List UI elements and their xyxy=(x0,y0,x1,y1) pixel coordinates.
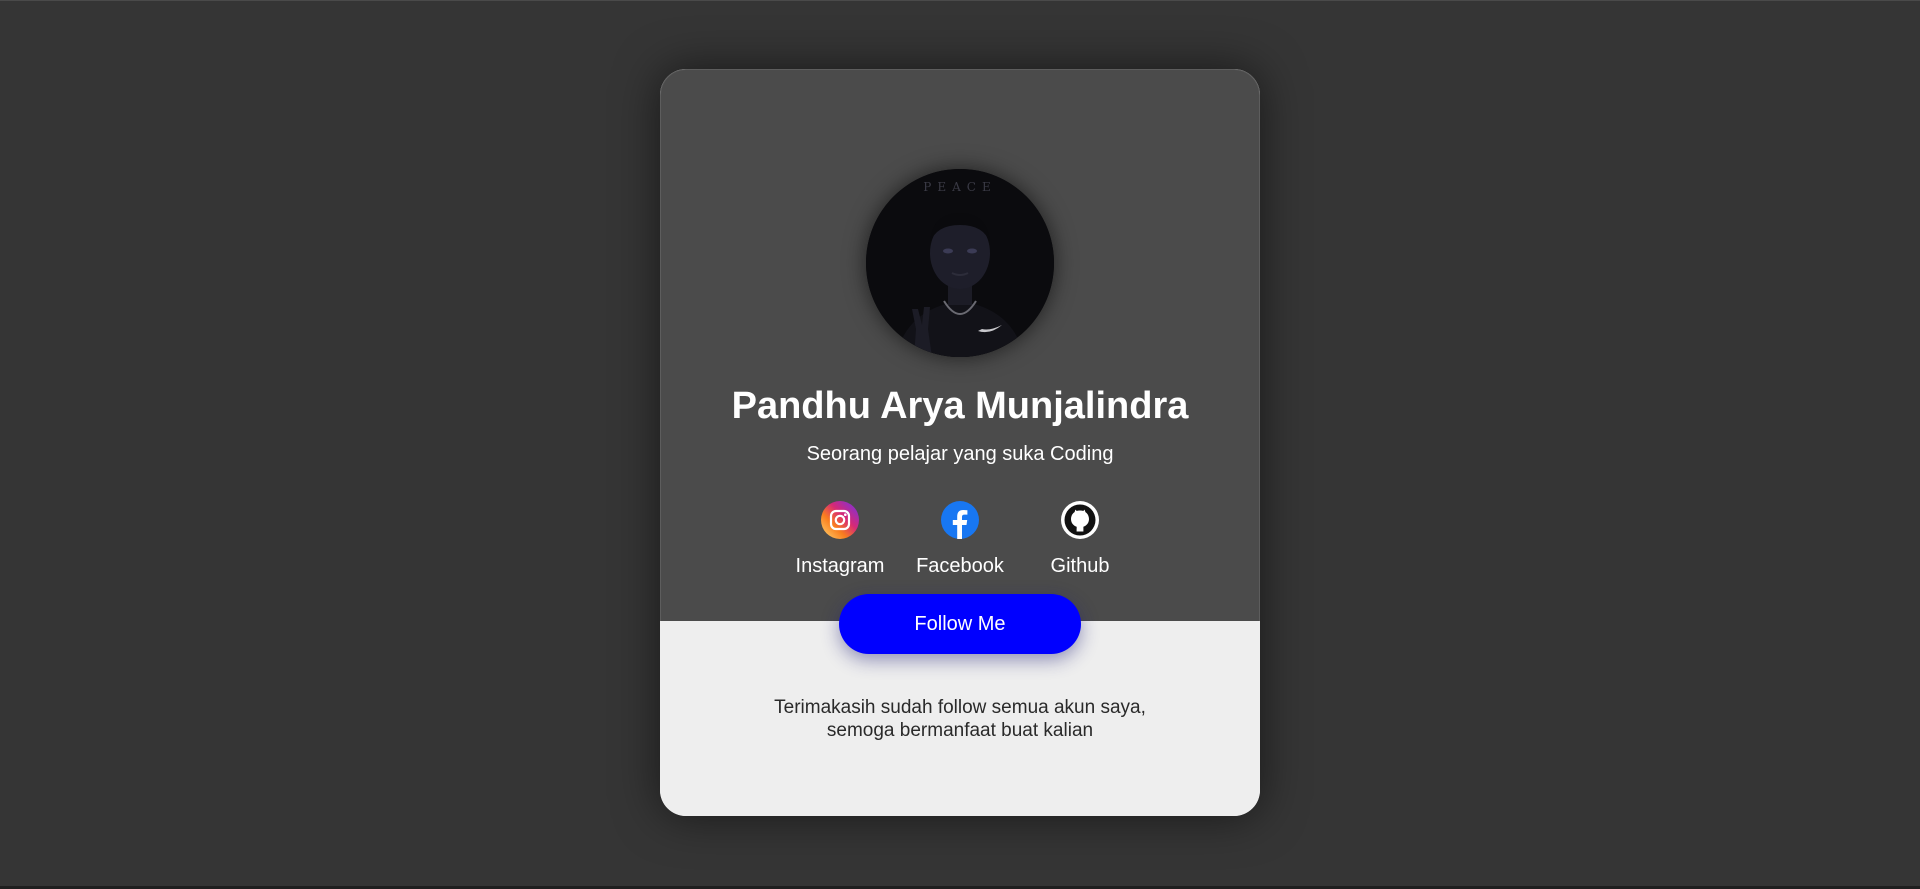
avatar-text: PEACE xyxy=(923,180,996,194)
avatar-illustration: PEACE xyxy=(866,169,1054,357)
instagram-icon xyxy=(821,501,859,539)
thank-you-line-2: semoga bermanfaat buat kalian xyxy=(826,720,1094,741)
social-label-instagram: Instagram xyxy=(795,555,885,577)
social-link-github[interactable]: Github xyxy=(1020,501,1140,578)
social-link-instagram[interactable]: Instagram xyxy=(780,501,900,578)
avatar: PEACE xyxy=(866,169,1054,357)
profile-card: PEACE Pandhu Arya Munjalindra Seorang pe… xyxy=(660,69,1260,816)
social-label-facebook: Facebook xyxy=(916,555,1004,577)
top-border xyxy=(0,0,1920,1)
thank-you-message: Terimakasih sudah follow semua akun saya… xyxy=(660,696,1260,742)
social-link-facebook[interactable]: Facebook xyxy=(900,501,1020,578)
social-label-github: Github xyxy=(1050,555,1110,577)
follow-button[interactable]: Follow Me xyxy=(839,594,1081,654)
profile-bio: Seorang pelajar yang suka Coding xyxy=(806,443,1114,465)
github-icon xyxy=(1061,501,1099,539)
facebook-icon xyxy=(941,501,979,539)
profile-name: Pandhu Arya Munjalindra xyxy=(731,385,1189,427)
thank-you-line-1: Terimakasih sudah follow semua akun saya… xyxy=(774,697,1146,718)
